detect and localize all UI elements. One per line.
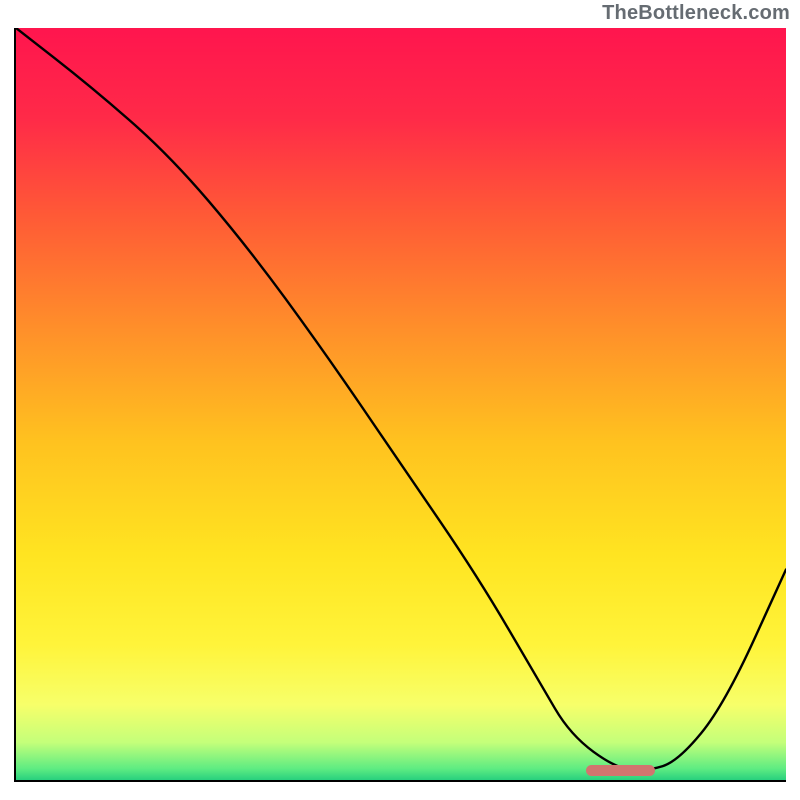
plot-area — [14, 28, 786, 782]
optimum-marker — [586, 765, 655, 776]
curve-line — [16, 28, 786, 780]
attribution-text: TheBottleneck.com — [602, 2, 790, 25]
chart-container: TheBottleneck.com — [0, 0, 800, 800]
